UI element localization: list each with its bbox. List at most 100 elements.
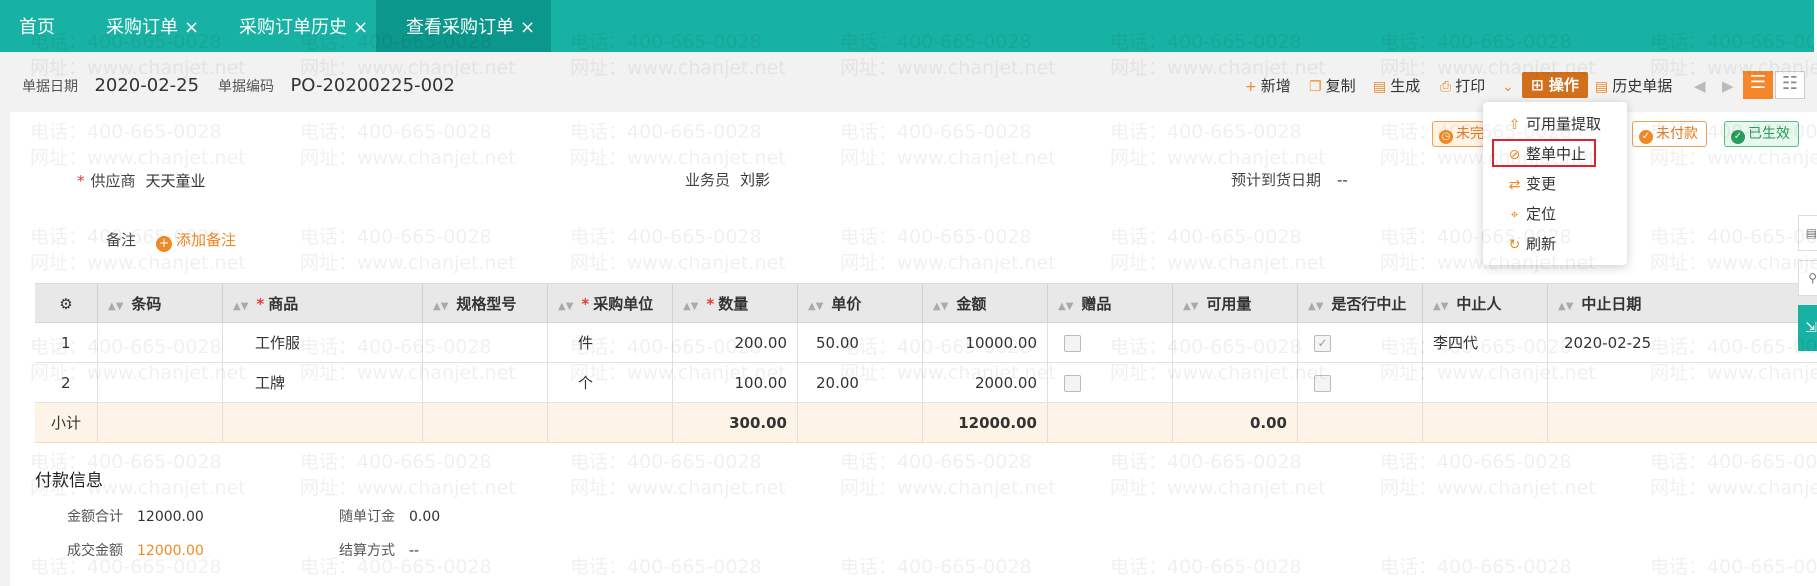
history-button[interactable]: ▤ 历史单据 xyxy=(1595,74,1672,98)
table-header: ⚙ ▲▼ 条码 ▲▼ * 商品 ▲▼ 规格型号 ▲▼ * 采购单位 ▲▼ * 数量 ▲▼ 单价 ▲… xyxy=(35,283,1817,323)
note-field: 备注 xyxy=(106,229,146,251)
cell-barcode[interactable] xyxy=(98,363,223,402)
total-amount-value: 12000.00 xyxy=(137,509,204,525)
document-icon: ▤ xyxy=(1805,226,1817,240)
cell-product[interactable]: 工作服 xyxy=(223,323,423,362)
column-header-product[interactable]: ▲▼ * 商品 xyxy=(223,284,423,322)
copy-button[interactable]: ❐ 复制 xyxy=(1309,74,1356,98)
required-marker: * xyxy=(581,295,590,313)
deposit-label: 随单订金 xyxy=(339,509,395,525)
cell-price[interactable]: 20.00 xyxy=(798,363,923,402)
side-panel-expand-button[interactable]: ⇲ xyxy=(1798,305,1817,351)
tab-purchase-order-history[interactable]: 采购订单历史 × xyxy=(239,0,368,52)
cell-gift xyxy=(1048,323,1173,362)
menu-item-refresh[interactable]: ↻ 刷新 xyxy=(1507,233,1556,255)
menu-item-change[interactable]: ⇄ 变更 xyxy=(1507,173,1556,195)
list-view-button[interactable]: ☰ xyxy=(1743,71,1773,99)
tab-purchase-order[interactable]: 采购订单 × xyxy=(106,0,199,52)
cell-stop-date xyxy=(1548,363,1817,402)
cell-unit[interactable]: 件 xyxy=(548,323,673,362)
column-header-stopper[interactable]: ▲▼ 中止人 xyxy=(1423,284,1548,322)
card-list-icon: ☷ xyxy=(1781,73,1799,94)
settlement-field: 结算方式 -- xyxy=(339,541,419,561)
cell-barcode[interactable] xyxy=(98,323,223,362)
line-stopped-checkbox[interactable] xyxy=(1314,375,1331,392)
table-row[interactable]: 2 工牌 个 100.00 20.00 2000.00 xyxy=(35,363,1817,403)
print-button[interactable]: ⎙ 打印 xyxy=(1440,74,1485,98)
column-header-price[interactable]: ▲▼ 单价 xyxy=(798,284,923,322)
tab-home[interactable]: 首页 xyxy=(19,0,55,52)
line-stopped-checkbox[interactable]: ✓ xyxy=(1314,335,1331,352)
column-settings-button[interactable]: ⚙ xyxy=(35,284,98,322)
deal-amount-label: 成交金额 xyxy=(67,543,123,559)
tab-bar: 首页 采购订单 × 采购订单历史 × 查看采购订单 × xyxy=(0,0,1817,52)
cell-amount[interactable]: 2000.00 xyxy=(923,363,1048,402)
cell-price[interactable]: 50.00 xyxy=(798,323,923,362)
generate-button[interactable]: ▤ 生成 xyxy=(1373,74,1420,98)
grid-icon: ⊞ xyxy=(1531,76,1544,94)
gift-checkbox[interactable] xyxy=(1064,375,1081,392)
cell-product[interactable]: 工牌 xyxy=(223,363,423,402)
operate-dropdown-menu: ⇧ 可用量提取 ⊘ 整单中止 ⇄ 变更 ⌖ 定位 ↻ 刷新 xyxy=(1483,102,1627,265)
cell-amount[interactable]: 10000.00 xyxy=(923,323,1048,362)
subtotal-empty xyxy=(1298,403,1423,442)
cell-available xyxy=(1173,363,1298,402)
sort-icon: ▲▼ xyxy=(108,301,124,312)
column-header-gift[interactable]: ▲▼ 赠品 xyxy=(1048,284,1173,322)
sort-icon: ▲▼ xyxy=(1558,301,1574,312)
print-dropdown-toggle[interactable]: ⌄ xyxy=(1502,74,1518,98)
cell-spec[interactable] xyxy=(423,323,548,362)
subtotal-empty xyxy=(1423,403,1548,442)
column-header-barcode[interactable]: ▲▼ 条码 xyxy=(98,284,223,322)
highlight-box xyxy=(1492,139,1596,167)
subtotal-empty xyxy=(423,403,548,442)
subtotal-row: 小计 300.00 12000.00 0.00 xyxy=(35,403,1817,443)
eta-label: 预计到货日期 xyxy=(1231,171,1322,189)
column-header-amount[interactable]: ▲▼ 金额 xyxy=(923,284,1048,322)
chevron-down-icon: ⌄ xyxy=(1502,79,1514,95)
gift-checkbox[interactable] xyxy=(1064,335,1081,352)
status-badge-partial: ◷ 未完 xyxy=(1432,121,1484,147)
column-header-line-stopped[interactable]: ▲▼ 是否行中止 xyxy=(1298,284,1423,322)
total-amount-field: 金额合计 12000.00 xyxy=(67,507,204,527)
next-doc-button[interactable]: ▶ xyxy=(1722,74,1734,98)
deposit-field: 随单订金 0.00 xyxy=(339,507,440,527)
close-icon[interactable]: × xyxy=(353,17,368,38)
tab-view-purchase-order[interactable]: 查看采购订单 × xyxy=(376,0,552,52)
add-button[interactable]: + 新增 xyxy=(1245,74,1291,98)
cell-spec[interactable] xyxy=(423,363,548,402)
subtotal-empty xyxy=(1048,403,1173,442)
gear-icon: ⚙ xyxy=(59,295,73,313)
eta-value: -- xyxy=(1337,171,1348,189)
card-view-button[interactable]: ☷ xyxy=(1775,71,1805,99)
tab-label: 首页 xyxy=(19,17,55,38)
side-panel-doc-button[interactable]: ▤ xyxy=(1798,215,1817,251)
status-badge-unpaid: ✓ 未付款 xyxy=(1632,121,1707,147)
location-icon: ⌖ xyxy=(1510,207,1519,223)
history-doc-icon: ▤ xyxy=(1595,79,1609,95)
cell-stopper xyxy=(1423,363,1548,402)
side-panel-search-button[interactable]: ⚲ xyxy=(1798,260,1817,296)
deal-amount-value: 12000.00 xyxy=(137,543,204,559)
add-note-button[interactable]: + 添加备注 xyxy=(156,229,236,252)
cell-qty[interactable]: 200.00 xyxy=(673,323,798,362)
column-header-available[interactable]: ▲▼ 可用量 xyxy=(1173,284,1298,322)
close-icon[interactable]: × xyxy=(520,17,535,38)
column-header-spec[interactable]: ▲▼ 规格型号 xyxy=(423,284,548,322)
cell-stop-date: 2020-02-25 xyxy=(1564,334,1652,352)
column-header-qty[interactable]: ▲▼ * 数量 xyxy=(673,284,798,322)
menu-item-locate[interactable]: ⌖ 定位 xyxy=(1507,203,1556,225)
cell-unit[interactable]: 个 xyxy=(548,363,673,402)
doc-date: 单据日期 2020-02-25 xyxy=(22,74,199,98)
doc-date-label: 单据日期 xyxy=(22,79,78,95)
close-icon[interactable]: × xyxy=(184,17,199,38)
supplier-value: 天天童业 xyxy=(145,172,206,190)
menu-item-extract-available[interactable]: ⇧ 可用量提取 xyxy=(1507,113,1601,135)
operate-button[interactable]: ⊞ 操作 xyxy=(1522,72,1588,98)
table-row[interactable]: 1 工作服 件 200.00 50.00 10000.00 ✓ 李四代 2020… xyxy=(35,323,1817,363)
prev-doc-button[interactable]: ◀ xyxy=(1694,74,1706,98)
column-header-unit[interactable]: ▲▼ * 采购单位 xyxy=(548,284,673,322)
cell-qty[interactable]: 100.00 xyxy=(673,363,798,402)
eta-field: 预计到货日期 -- xyxy=(1231,169,1348,191)
column-header-stop-date[interactable]: ▲▼ 中止日期 xyxy=(1548,284,1817,322)
